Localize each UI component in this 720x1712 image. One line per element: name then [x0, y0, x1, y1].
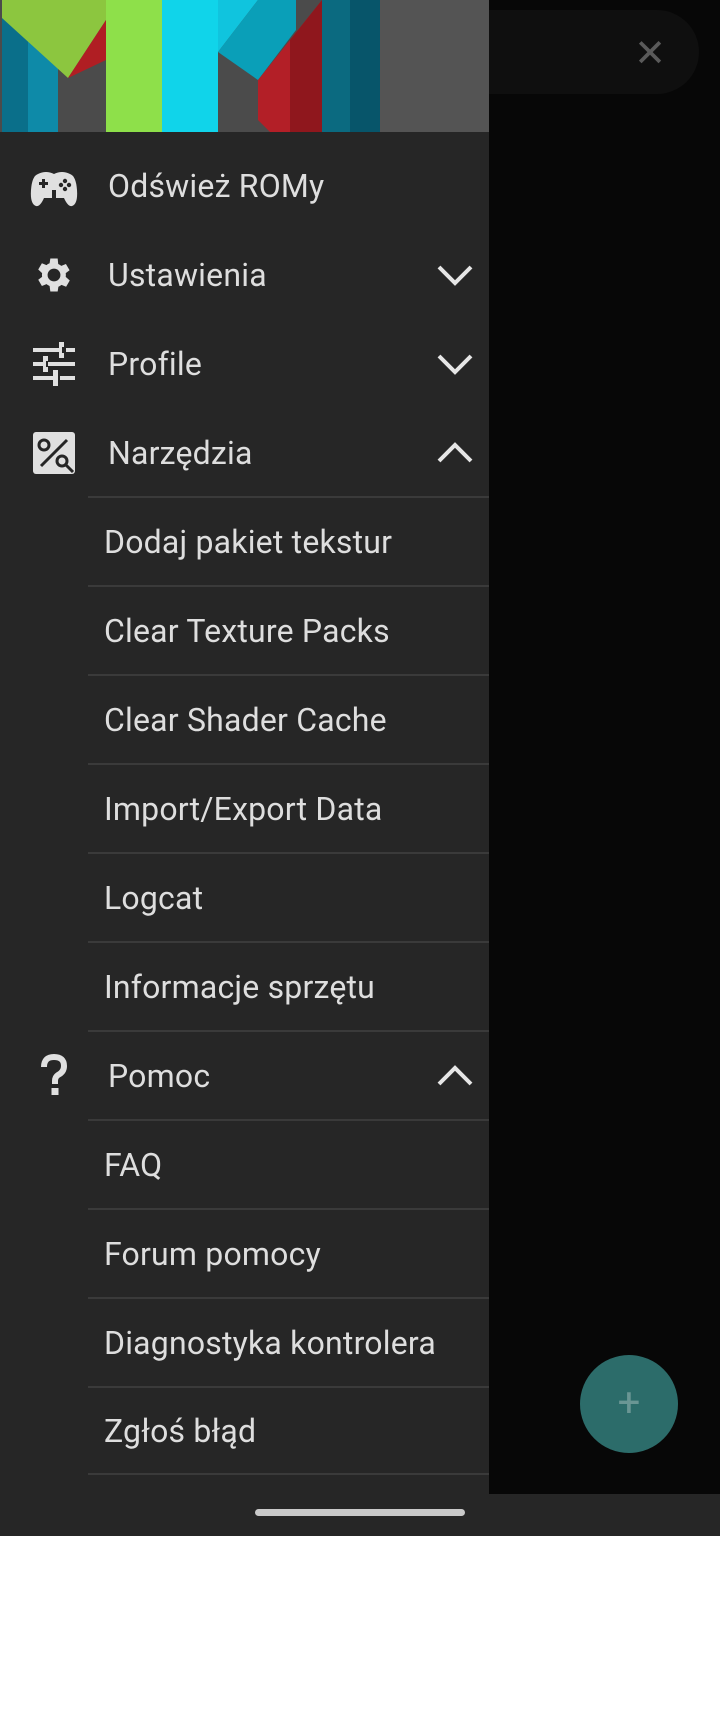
- chevron-down-icon[interactable]: [436, 263, 474, 287]
- menu-label: Narzędzia: [108, 433, 253, 472]
- drawer-header-logo: [0, 0, 489, 132]
- submenu-label: Diagnostyka kontrolera: [104, 1323, 436, 1362]
- submenu-label: Logcat: [104, 878, 204, 917]
- chevron-down-icon[interactable]: [436, 352, 474, 376]
- menu-profiles[interactable]: Profile: [0, 319, 489, 408]
- gamepad-icon: [28, 160, 80, 212]
- menu-settings[interactable]: Ustawienia: [0, 230, 489, 319]
- submenu-label: Zgłoś błąd: [104, 1411, 257, 1450]
- menu-refresh-roms[interactable]: Odśwież ROMy: [0, 141, 489, 230]
- menu-label: Ustawienia: [108, 255, 267, 294]
- menu-label: Odśwież ROMy: [108, 166, 325, 205]
- submenu-item-clear-shader-cache[interactable]: Clear Shader Cache: [88, 674, 489, 763]
- app-logo: [0, 0, 489, 132]
- question-icon: [28, 1050, 80, 1102]
- game-list-area: [489, 0, 720, 1494]
- submenu-label: Clear Texture Packs: [104, 611, 390, 650]
- submenu-item-logcat[interactable]: Logcat: [88, 852, 489, 941]
- gesture-handle[interactable]: [255, 1509, 465, 1516]
- menu-tools[interactable]: Narzędzia: [0, 408, 489, 497]
- submenu-item-add-texture-pack[interactable]: Dodaj pakiet tekstur: [88, 496, 489, 585]
- submenu-label: Clear Shader Cache: [104, 700, 387, 739]
- chevron-up-icon[interactable]: [436, 1064, 474, 1088]
- app-screen: ✕ + Odśwież ROMy Ustawienia Profile Narz…: [0, 0, 720, 1536]
- gear-icon: [28, 249, 80, 301]
- submenu-item-help-forum[interactable]: Forum pomocy: [88, 1208, 489, 1297]
- submenu-label: Forum pomocy: [104, 1234, 321, 1273]
- submenu-item-import-export[interactable]: Import/Export Data: [88, 763, 489, 852]
- menu-label: Pomoc: [108, 1056, 211, 1095]
- menu-help[interactable]: Pomoc: [0, 1030, 489, 1119]
- sliders-icon: [28, 338, 80, 390]
- submenu-item-clear-texture-packs[interactable]: Clear Texture Packs: [88, 585, 489, 674]
- submenu-item-hardware-info[interactable]: Informacje sprzętu: [88, 941, 489, 1030]
- tools-icon: [28, 427, 80, 479]
- submenu-label: Dodaj pakiet tekstur: [104, 522, 393, 561]
- submenu-item-controller-diagnostics[interactable]: Diagnostyka kontrolera: [88, 1297, 489, 1386]
- submenu-label: Import/Export Data: [104, 789, 383, 828]
- menu-label: Profile: [108, 344, 203, 383]
- submenu-item-faq[interactable]: FAQ: [88, 1119, 489, 1208]
- close-icon[interactable]: ✕: [630, 34, 670, 74]
- add-rom-button[interactable]: +: [580, 1355, 678, 1453]
- submenu-label: FAQ: [104, 1145, 163, 1184]
- chevron-up-icon[interactable]: [436, 441, 474, 465]
- submenu-item-report-bug[interactable]: Zgłoś błąd: [88, 1386, 489, 1475]
- submenu-label: Informacje sprzętu: [104, 967, 376, 1006]
- navigation-drawer: Odśwież ROMy Ustawienia Profile Narzędzi…: [0, 0, 489, 1494]
- divider: [88, 1030, 489, 1032]
